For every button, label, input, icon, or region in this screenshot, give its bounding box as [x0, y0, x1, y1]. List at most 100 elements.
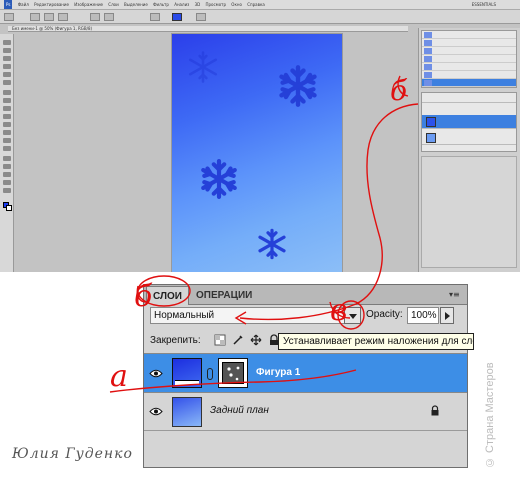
- menu-item[interactable]: Фильтр: [153, 0, 169, 9]
- link-icon[interactable]: [207, 368, 213, 380]
- mini-layer-row-selected[interactable]: [422, 115, 516, 129]
- dodge-tool-icon[interactable]: [3, 146, 11, 151]
- snowflake-icon: [227, 366, 240, 381]
- crop-tool-icon[interactable]: [3, 72, 11, 77]
- ps-logo: Ps: [4, 0, 13, 9]
- layer-name[interactable]: Фигура 1: [256, 367, 300, 378]
- hand-tool-icon[interactable]: [3, 188, 11, 193]
- menu-item[interactable]: Просмотр: [205, 0, 226, 9]
- layer-row[interactable]: Задний план: [144, 393, 467, 431]
- mini-layer-thumb: [426, 117, 436, 127]
- shape-option-button[interactable]: [90, 13, 100, 21]
- snowflake-icon: [279, 65, 317, 107]
- snowflake-icon: [201, 159, 237, 199]
- menu-item[interactable]: Выделение: [124, 0, 148, 9]
- stamp-tool-icon[interactable]: [3, 106, 11, 111]
- shape-option-button[interactable]: [150, 13, 160, 21]
- shape-option-button[interactable]: [44, 13, 54, 21]
- layers-panel: СЛОИ ОПЕРАЦИИ ▾≡ Нормальный Opacity: 100…: [143, 284, 474, 468]
- tooltip: Устанавливает режим наложения для слоя: [278, 333, 474, 350]
- mini-layer-thumb: [426, 133, 436, 143]
- layer-name[interactable]: Задний план: [210, 405, 269, 416]
- tab-layers[interactable]: СЛОИ: [146, 286, 189, 305]
- layer-row-selected[interactable]: Фигура 1: [144, 353, 467, 393]
- shape-tool-icon[interactable]: [3, 180, 11, 185]
- menu-item[interactable]: Анализ: [174, 0, 189, 9]
- snowflake-icon: [188, 51, 218, 83]
- layers-panel-thumbnail: [421, 92, 517, 152]
- photoshop-window: Ps Файл Редактирование Изображение Слои …: [0, 0, 520, 272]
- lock-pixels-icon[interactable]: [232, 334, 244, 346]
- healing-tool-icon[interactable]: [3, 90, 11, 95]
- shape-option-button[interactable]: [30, 13, 40, 21]
- history-row[interactable]: [422, 55, 516, 63]
- tool-preset-button[interactable]: [4, 13, 14, 21]
- blend-mode-select[interactable]: Нормальный: [150, 307, 350, 324]
- panel-menu-icon[interactable]: ▾≡: [449, 291, 463, 299]
- lock-position-icon[interactable]: [250, 334, 262, 346]
- eyedropper-tool-icon[interactable]: [3, 80, 11, 85]
- magic-wand-tool-icon[interactable]: [3, 64, 11, 69]
- shape-option-button[interactable]: [58, 13, 68, 21]
- history-brush-tool-icon[interactable]: [3, 114, 11, 119]
- history-row[interactable]: [422, 39, 516, 47]
- opacity-input[interactable]: 100%: [407, 307, 439, 324]
- menu-item[interactable]: Справка: [247, 0, 265, 9]
- history-row[interactable]: [422, 47, 516, 55]
- history-row[interactable]: [422, 71, 516, 79]
- fill-indicator: [175, 380, 199, 385]
- workspace-switcher[interactable]: ESSENTIALS: [472, 0, 496, 9]
- menu-item[interactable]: Файл: [18, 0, 29, 9]
- blur-tool-icon[interactable]: [3, 138, 11, 143]
- history-row-selected[interactable]: [422, 79, 516, 87]
- operations-panel-thumbnail: [421, 30, 517, 88]
- color-swatch[interactable]: [172, 13, 182, 21]
- screenshot-root: Ps Файл Редактирование Изображение Слои …: [0, 0, 520, 480]
- tools-panel: [0, 34, 14, 272]
- tab-operations[interactable]: ОПЕРАЦИИ: [190, 286, 258, 305]
- layer-thumbnail[interactable]: [172, 358, 202, 388]
- blend-mode-dropdown-button[interactable]: [344, 307, 361, 324]
- eye-icon[interactable]: [149, 407, 163, 416]
- opacity-slider-button[interactable]: [440, 307, 454, 324]
- background-color-swatch[interactable]: [6, 205, 12, 211]
- history-row[interactable]: [422, 63, 516, 71]
- menu-item[interactable]: Изображение: [74, 0, 103, 9]
- snowflake-icon: [258, 228, 286, 260]
- lasso-tool-icon[interactable]: [3, 56, 11, 61]
- gradient-tool-icon[interactable]: [3, 130, 11, 135]
- eye-icon[interactable]: [149, 369, 163, 378]
- pen-tool-icon[interactable]: [3, 156, 11, 161]
- mini-blend-row[interactable]: [422, 93, 516, 103]
- marquee-tool-icon[interactable]: [3, 48, 11, 53]
- lock-label: Закрепить:: [150, 335, 201, 346]
- watermark: © Страна Мастеров: [484, 362, 496, 468]
- document-canvas[interactable]: [172, 34, 342, 272]
- opacity-label: Opacity:: [366, 309, 403, 320]
- path-select-tool-icon[interactable]: [3, 172, 11, 177]
- shape-option-button[interactable]: [104, 13, 114, 21]
- empty-panel-area: [421, 156, 517, 268]
- menu-item[interactable]: 3D: [195, 0, 201, 9]
- vector-mask-thumbnail[interactable]: [218, 358, 248, 388]
- eraser-tool-icon[interactable]: [3, 122, 11, 127]
- mini-layer-row[interactable]: [422, 131, 516, 145]
- menu-item[interactable]: Редактирование: [34, 0, 69, 9]
- menu-item[interactable]: Окно: [231, 0, 242, 9]
- history-row[interactable]: [422, 31, 516, 39]
- layers-panel-tabs: СЛОИ ОПЕРАЦИИ ▾≡: [144, 285, 467, 305]
- lock-icon: [431, 405, 439, 416]
- brush-tool-icon[interactable]: [3, 98, 11, 103]
- layer-thumbnail[interactable]: [172, 397, 202, 427]
- shape-option-button[interactable]: [196, 13, 206, 21]
- type-tool-icon[interactable]: [3, 164, 11, 169]
- menu-bar: Ps Файл Редактирование Изображение Слои …: [0, 0, 520, 10]
- menu-item[interactable]: Слои: [108, 0, 118, 9]
- lock-transparency-icon[interactable]: [214, 334, 226, 346]
- document-tab[interactable]: Без имени-1 @ 50% (Фигура 1, RGB/8): [8, 26, 408, 32]
- mask-shape: [222, 362, 244, 384]
- annotation-letter-a: а: [110, 359, 128, 394]
- options-bar: [0, 10, 520, 24]
- author-signature: Юлия Гуденко: [12, 446, 133, 462]
- move-tool-icon[interactable]: [3, 40, 11, 45]
